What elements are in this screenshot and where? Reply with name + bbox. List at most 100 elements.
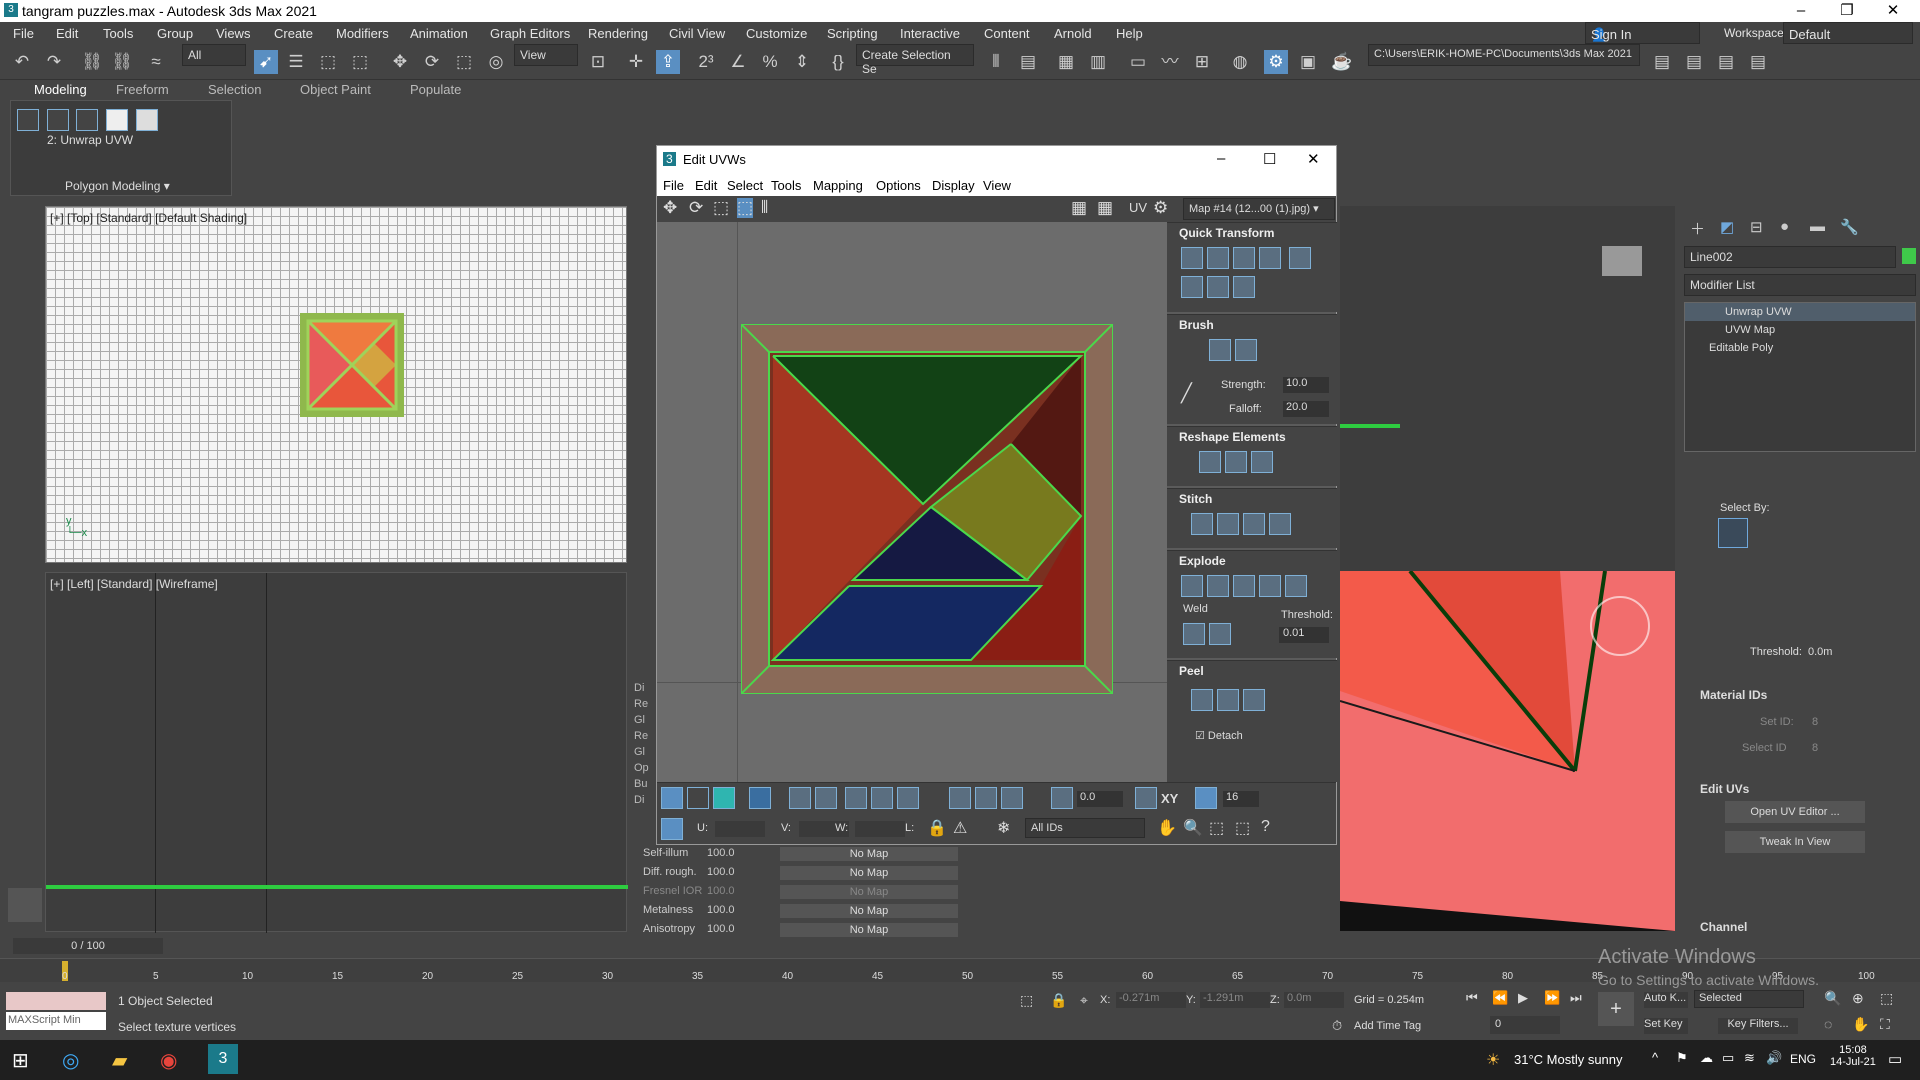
relax-brush-icon[interactable]: [1235, 339, 1257, 361]
chrome-icon[interactable]: ◉: [160, 1048, 177, 1073]
project-icon-2[interactable]: ▤: [1682, 50, 1706, 74]
point-to-point-icon[interactable]: [949, 787, 971, 809]
soft-select-icon[interactable]: [1051, 787, 1073, 809]
weather-icon[interactable]: ☀: [1486, 1050, 1500, 1070]
prev-frame-icon[interactable]: ⏪: [1492, 990, 1508, 1006]
uv-menu-file[interactable]: File: [663, 178, 684, 193]
layer-explorer-icon[interactable]: ▥: [1086, 50, 1110, 74]
mat-row-value[interactable]: 100.0: [707, 847, 735, 859]
unlink-icon[interactable]: ⛓: [110, 50, 134, 74]
redo-icon[interactable]: ↷: [42, 50, 66, 74]
start-icon[interactable]: ⊞: [12, 1048, 29, 1073]
material-editor-icon[interactable]: ◍: [1228, 50, 1252, 74]
menu-graph-editors[interactable]: Graph Editors: [490, 26, 570, 41]
edit-uvs-rollout[interactable]: Edit UVs: [1700, 782, 1749, 796]
zoom-nav-icon[interactable]: 🔍: [1824, 990, 1841, 1007]
viewport-layout-icon[interactable]: [8, 888, 42, 922]
mat-row-map-button[interactable]: No Map: [780, 904, 958, 918]
render-setup-icon[interactable]: ⚙: [1264, 50, 1288, 74]
isolate-icon[interactable]: ⬚: [1020, 992, 1033, 1009]
break-icon[interactable]: [1181, 575, 1203, 597]
explode-header[interactable]: Explode: [1167, 551, 1337, 571]
detach-checkbox[interactable]: ☑ Detach: [1195, 729, 1243, 742]
auto-key-button[interactable]: Auto K...: [1644, 992, 1688, 1008]
current-frame-field[interactable]: 0: [1490, 1016, 1560, 1034]
grow-select-icon[interactable]: [789, 787, 811, 809]
reference-coord-dropdown[interactable]: View: [514, 44, 578, 66]
uv-grid-icon[interactable]: ▦: [1097, 198, 1113, 218]
select-by-name-icon[interactable]: ☰: [284, 50, 308, 74]
maximize-button[interactable]: ❐: [1824, 0, 1870, 22]
grid-snap-icon[interactable]: [1195, 787, 1217, 809]
project-icon-4[interactable]: ▤: [1746, 50, 1770, 74]
x-field[interactable]: -0.271m: [1116, 992, 1186, 1008]
space-horizontal-icon[interactable]: [1259, 247, 1281, 269]
uv-checker-icon[interactable]: ▦: [1071, 198, 1087, 218]
element-mode-icon[interactable]: [135, 109, 158, 131]
tweak-in-view-button[interactable]: Tweak In View: [1725, 831, 1865, 853]
tab-object-paint[interactable]: Object Paint: [300, 82, 371, 97]
xy-toggle[interactable]: XY: [1161, 791, 1178, 806]
mat-row-map-button[interactable]: No Map: [780, 885, 958, 899]
stack-item-uvw-map[interactable]: UVW Map: [1685, 321, 1915, 339]
falloff-curve-icon[interactable]: [1135, 787, 1157, 809]
create-tab-icon[interactable]: ＋: [1690, 218, 1705, 239]
volume-icon[interactable]: 🔊: [1766, 1050, 1782, 1066]
sign-in-dropdown[interactable]: 👤 Sign In: [1585, 22, 1700, 44]
play-icon[interactable]: ▶: [1518, 990, 1528, 1006]
material-ids-dropdown[interactable]: All IDs: [1025, 818, 1145, 838]
uv-menu-mapping[interactable]: Mapping: [813, 178, 863, 193]
file-explorer-icon[interactable]: ▰: [112, 1048, 127, 1073]
tab-selection[interactable]: Selection: [208, 82, 261, 97]
mat-row-value[interactable]: 100.0: [707, 866, 735, 878]
zoom-icon[interactable]: 🔍: [1183, 818, 1203, 838]
uv-menu-tools[interactable]: Tools: [771, 178, 801, 193]
explode-threshold-field[interactable]: 0.01: [1279, 627, 1329, 643]
rotate-ccw-icon[interactable]: [1233, 247, 1255, 269]
weld-all-icon[interactable]: [1209, 623, 1231, 645]
uv-settings-icon[interactable]: ⚙: [1153, 198, 1168, 218]
tray-chevron-icon[interactable]: ^: [1652, 1050, 1658, 1065]
menu-create[interactable]: Create: [274, 26, 313, 41]
window-crossing-icon[interactable]: ⬚: [348, 50, 372, 74]
tab-freeform[interactable]: Freeform: [116, 82, 169, 97]
reset-peel-icon[interactable]: [1243, 689, 1265, 711]
uv-menu-options[interactable]: Options: [876, 178, 921, 193]
time-slider[interactable]: 0 / 100: [13, 938, 163, 954]
pan-view-icon[interactable]: ✋: [1852, 1016, 1869, 1033]
schematic-view-icon[interactable]: ⊞: [1190, 50, 1214, 74]
absolute-mode-icon[interactable]: ⌖: [1080, 992, 1088, 1009]
menu-content[interactable]: Content: [984, 26, 1030, 41]
vertex-select-icon[interactable]: [661, 787, 683, 809]
detach-edge-icon[interactable]: [1207, 575, 1229, 597]
polygon-select-icon[interactable]: [713, 787, 735, 809]
stitch-custom-icon[interactable]: [1269, 513, 1291, 535]
project-icon-3[interactable]: ▤: [1714, 50, 1738, 74]
brush-header[interactable]: Brush: [1167, 315, 1337, 335]
y-field[interactable]: -1.291m: [1200, 992, 1270, 1008]
set-key-button[interactable]: Set Key: [1644, 1018, 1688, 1034]
viewport-top[interactable]: [+] [Top] [Standard] [Default Shading] y…: [45, 206, 627, 563]
pan-icon[interactable]: ✋: [1157, 818, 1177, 838]
uv-menu-edit[interactable]: Edit: [695, 178, 717, 193]
border-mode-icon[interactable]: [76, 109, 99, 131]
tab-modeling[interactable]: Modeling: [34, 82, 87, 97]
u-field[interactable]: [715, 821, 765, 837]
stack-item-editable-poly[interactable]: Editable Poly: [1685, 339, 1915, 357]
mat-row-map-button[interactable]: No Map: [780, 847, 958, 861]
rect-select-icon[interactable]: ⬚: [316, 50, 340, 74]
mirror-icon[interactable]: ⫴: [984, 50, 1008, 74]
menu-scripting[interactable]: Scripting: [827, 26, 878, 41]
rotate-icon[interactable]: ⟳: [420, 50, 444, 74]
uv-space-label[interactable]: UV: [1129, 200, 1147, 215]
edge-loop-icon[interactable]: [975, 787, 997, 809]
flatten-by-smoothing-icon[interactable]: [1259, 575, 1281, 597]
selection-filter-dropdown[interactable]: All: [182, 44, 246, 66]
lock-icon[interactable]: 🔒: [927, 818, 947, 838]
selection-lock-icon[interactable]: 🔒: [1050, 992, 1067, 1009]
uv-close-button[interactable]: ✕: [1307, 150, 1320, 168]
space-vertical-icon[interactable]: [1233, 276, 1255, 298]
set-id-field[interactable]: 8: [1812, 716, 1818, 728]
utilities-tab-icon[interactable]: 🔧: [1840, 218, 1859, 236]
bind-space-warp-icon[interactable]: ≈: [144, 50, 168, 74]
